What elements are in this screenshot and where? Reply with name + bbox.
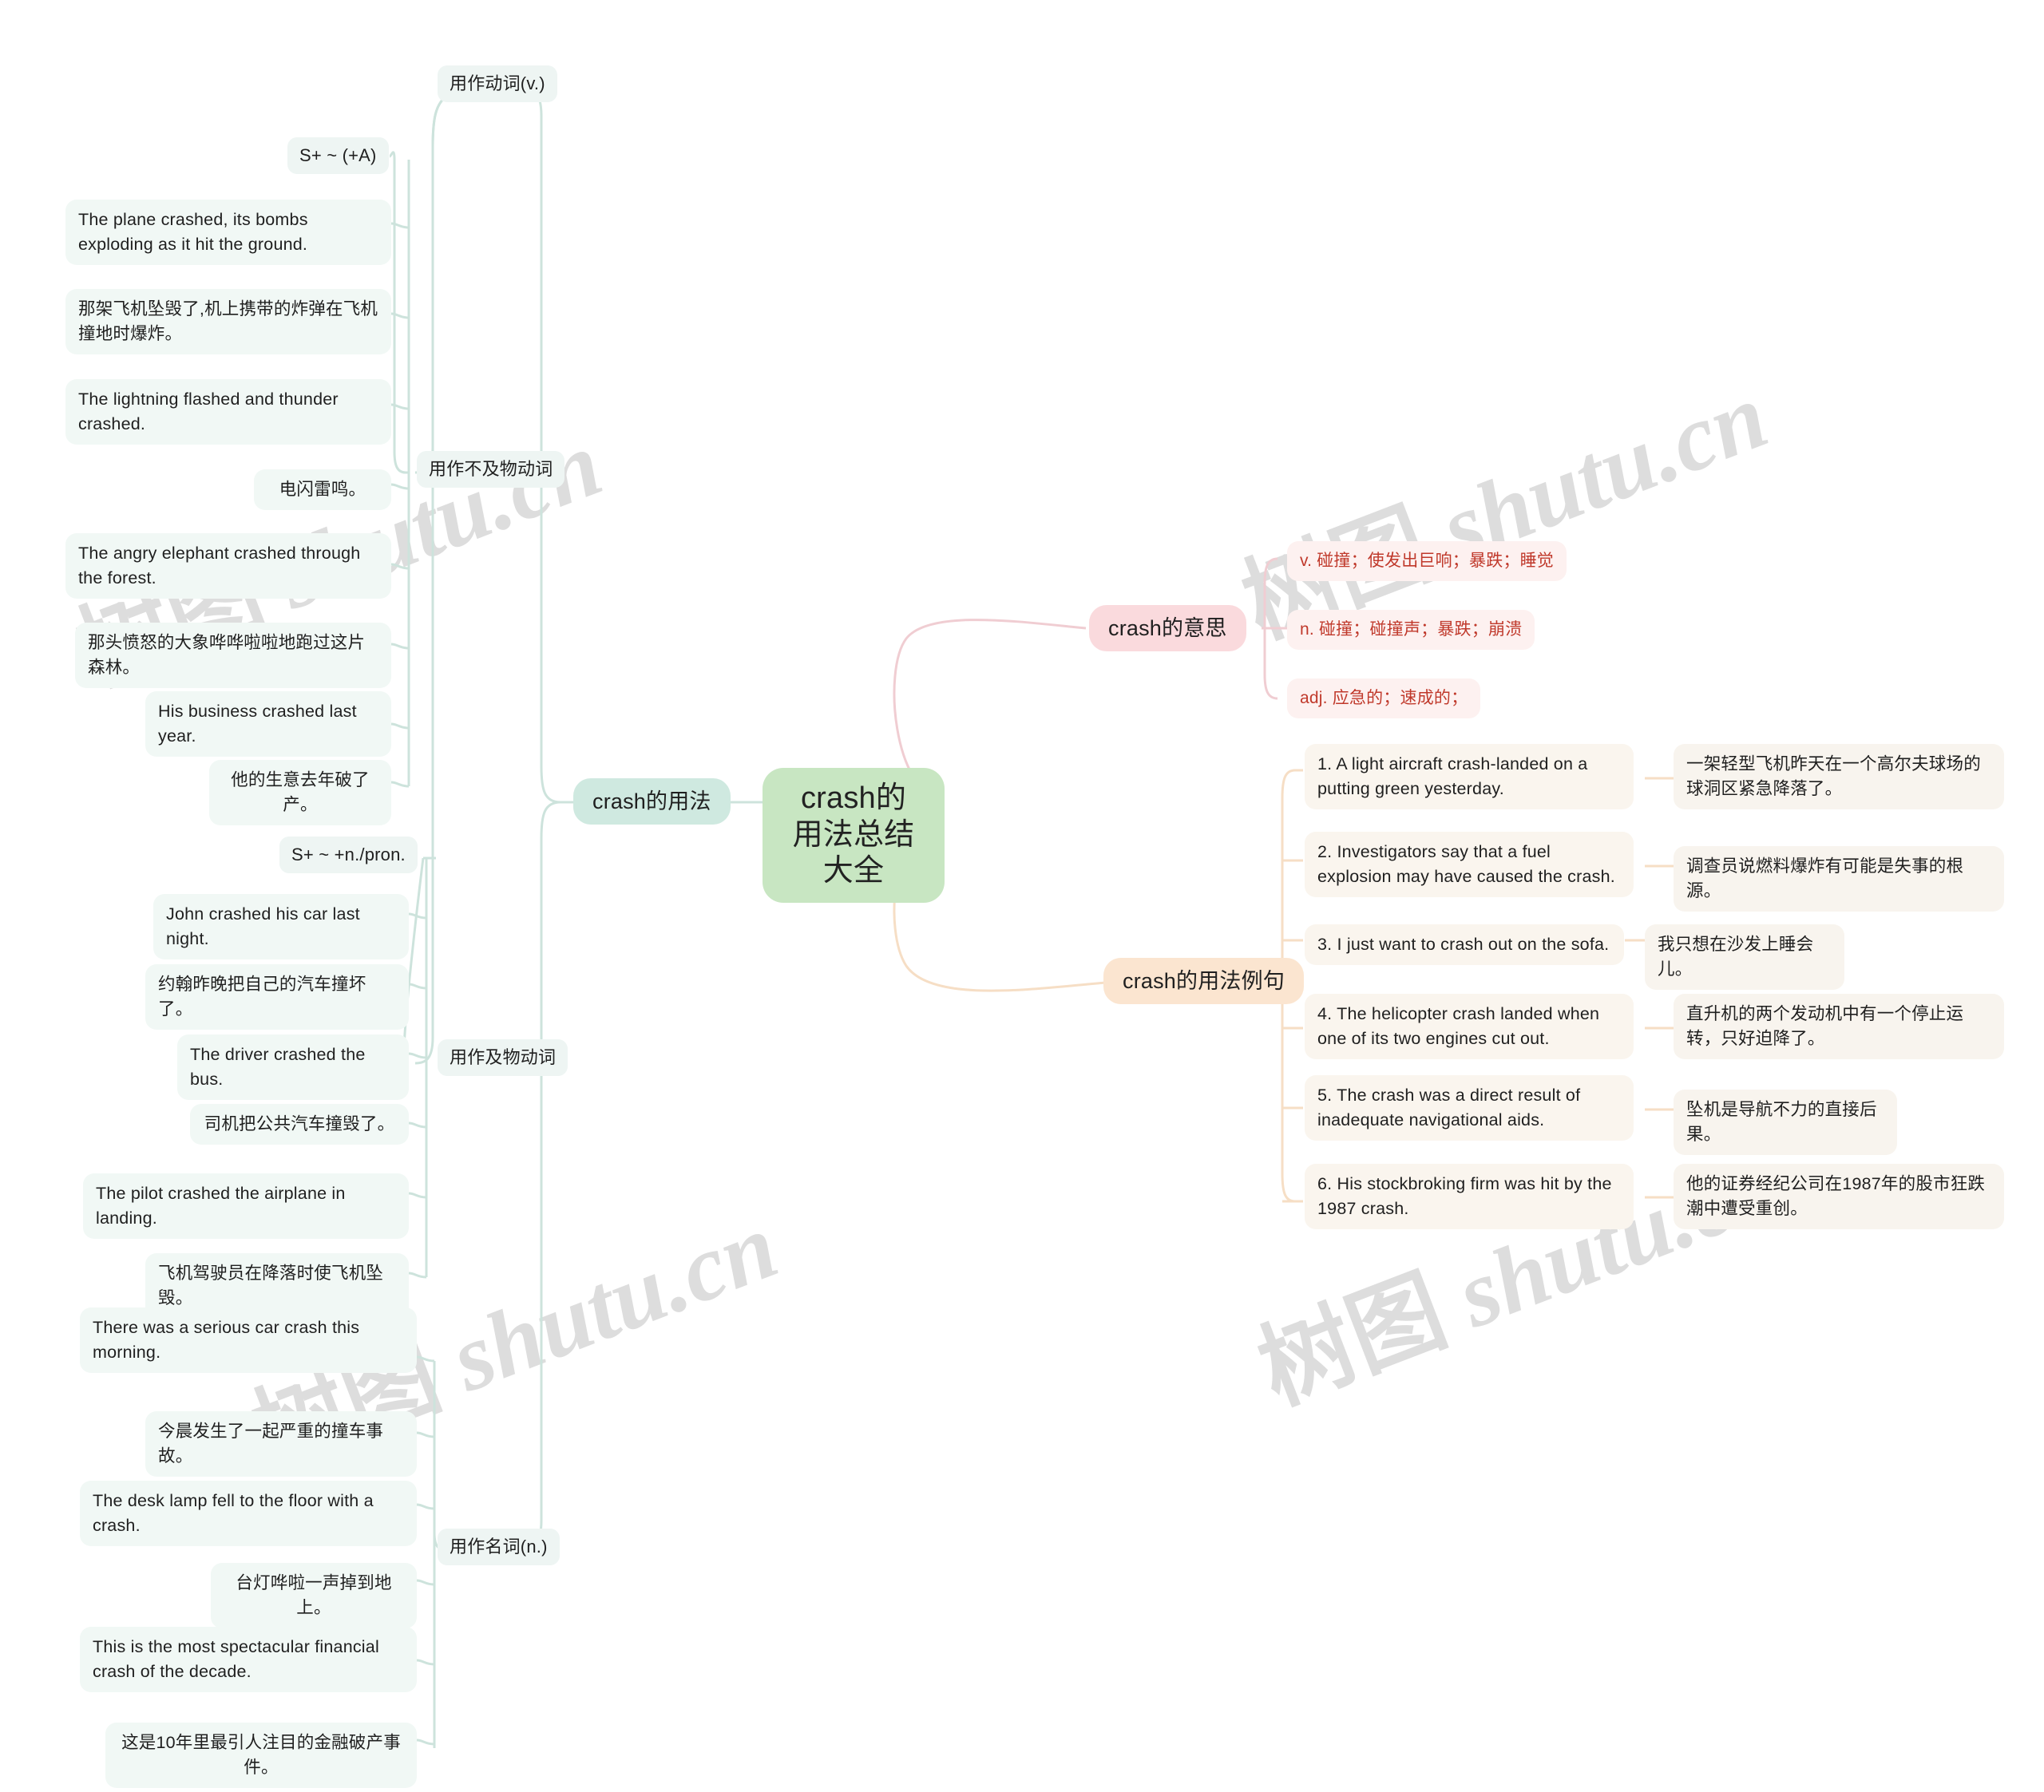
example-zh-leaf[interactable]: 我只想在沙发上睡会儿。 [1645,924,1844,991]
branch-examples[interactable]: crash的用法例句 [1103,958,1305,1005]
example-leaf[interactable]: The desk lamp fell to the floor with a c… [80,1481,417,1547]
example-zh-leaf[interactable]: 直升机的两个发动机中有一个停止运转，只好迫降了。 [1674,994,2004,1060]
example-leaf[interactable]: 那架飞机坠毁了,机上携带的炸弹在飞机撞地时爆炸。 [65,289,391,355]
subgroup-intransitive[interactable]: 用作不及物动词 [417,451,565,488]
example-zh-leaf[interactable]: 调查员说燃料爆炸有可能是失事的根源。 [1674,846,2004,912]
branch-meaning[interactable]: crash的意思 [1089,605,1246,652]
pattern-s-plus-n-pron[interactable]: S+ ~ +n./pron. [279,837,418,873]
example-leaf[interactable]: 他的生意去年破了产。 [209,760,391,826]
example-zh-leaf[interactable]: 他的证券经纪公司在1987年的股市狂跌潮中遭受重创。 [1674,1164,2004,1230]
meaning-leaf[interactable]: v. 碰撞；使发出巨响；暴跌；睡觉 [1287,541,1567,582]
example-leaf[interactable]: 司机把公共汽车撞毁了。 [190,1104,409,1145]
example-leaf[interactable]: 今晨发生了一起严重的撞车事故。 [145,1411,417,1478]
subgroup-transitive[interactable]: 用作及物动词 [438,1039,568,1076]
example-en-leaf[interactable]: 5. The crash was a direct result of inad… [1305,1075,1634,1141]
example-leaf[interactable]: 这是10年里最引人注目的金融破产事件。 [105,1723,417,1789]
example-leaf[interactable]: 约翰昨晚把自己的汽车撞坏了。 [145,964,409,1030]
group-noun-usage[interactable]: 用作名词(n.) [438,1529,560,1565]
example-leaf[interactable]: 那头愤怒的大象哗哗啦啦地跑过这片森林。 [75,623,391,689]
example-zh-leaf[interactable]: 坠机是导航不力的直接后果。 [1674,1090,1897,1156]
example-leaf[interactable]: His business crashed last year. [145,691,391,758]
example-leaf[interactable]: The angry elephant crashed through the f… [65,533,391,599]
meaning-leaf[interactable]: adj. 应急的；速成的； [1287,678,1481,719]
example-en-leaf[interactable]: 4. The helicopter crash landed when one … [1305,994,1634,1060]
example-leaf[interactable]: This is the most spectacular financial c… [80,1627,417,1693]
example-leaf[interactable]: 电闪雷鸣。 [254,469,391,511]
example-leaf[interactable]: The lightning flashed and thunder crashe… [65,379,391,445]
example-leaf[interactable]: The plane crashed, its bombs exploding a… [65,200,391,266]
meaning-leaf[interactable]: n. 碰撞；碰撞声；暴跌；崩溃 [1287,610,1535,651]
root-node[interactable]: crash的用法总结大全 [763,768,945,903]
group-verb-usage[interactable]: 用作动词(v.) [438,65,557,102]
example-leaf[interactable]: The pilot crashed the airplane in landin… [83,1173,409,1240]
example-en-leaf[interactable]: 6. His stockbroking firm was hit by the … [1305,1164,1634,1230]
example-leaf[interactable]: John crashed his car last night. [153,894,409,960]
example-leaf[interactable]: There was a serious car crash this morni… [80,1307,417,1374]
example-en-leaf[interactable]: 3. I just want to crash out on the sofa. [1305,924,1624,966]
example-en-leaf[interactable]: 2. Investigators say that a fuel explosi… [1305,832,1634,898]
example-en-leaf[interactable]: 1. A light aircraft crash-landed on a pu… [1305,744,1634,810]
branch-usage[interactable]: crash的用法 [573,778,731,825]
mindmap-canvas: 树图 shutu.cn 树图 shutu.cn 树图 shutu.cn 树图 s… [0,0,2044,1792]
example-leaf[interactable]: The driver crashed the bus. [177,1034,409,1101]
example-leaf[interactable]: 台灯哗啦一声掉到地上。 [211,1563,417,1629]
example-zh-leaf[interactable]: 一架轻型飞机昨天在一个高尔夫球场的球洞区紧急降落了。 [1674,744,2004,810]
pattern-s-plus-a[interactable]: S+ ~ (+A) [287,137,389,174]
